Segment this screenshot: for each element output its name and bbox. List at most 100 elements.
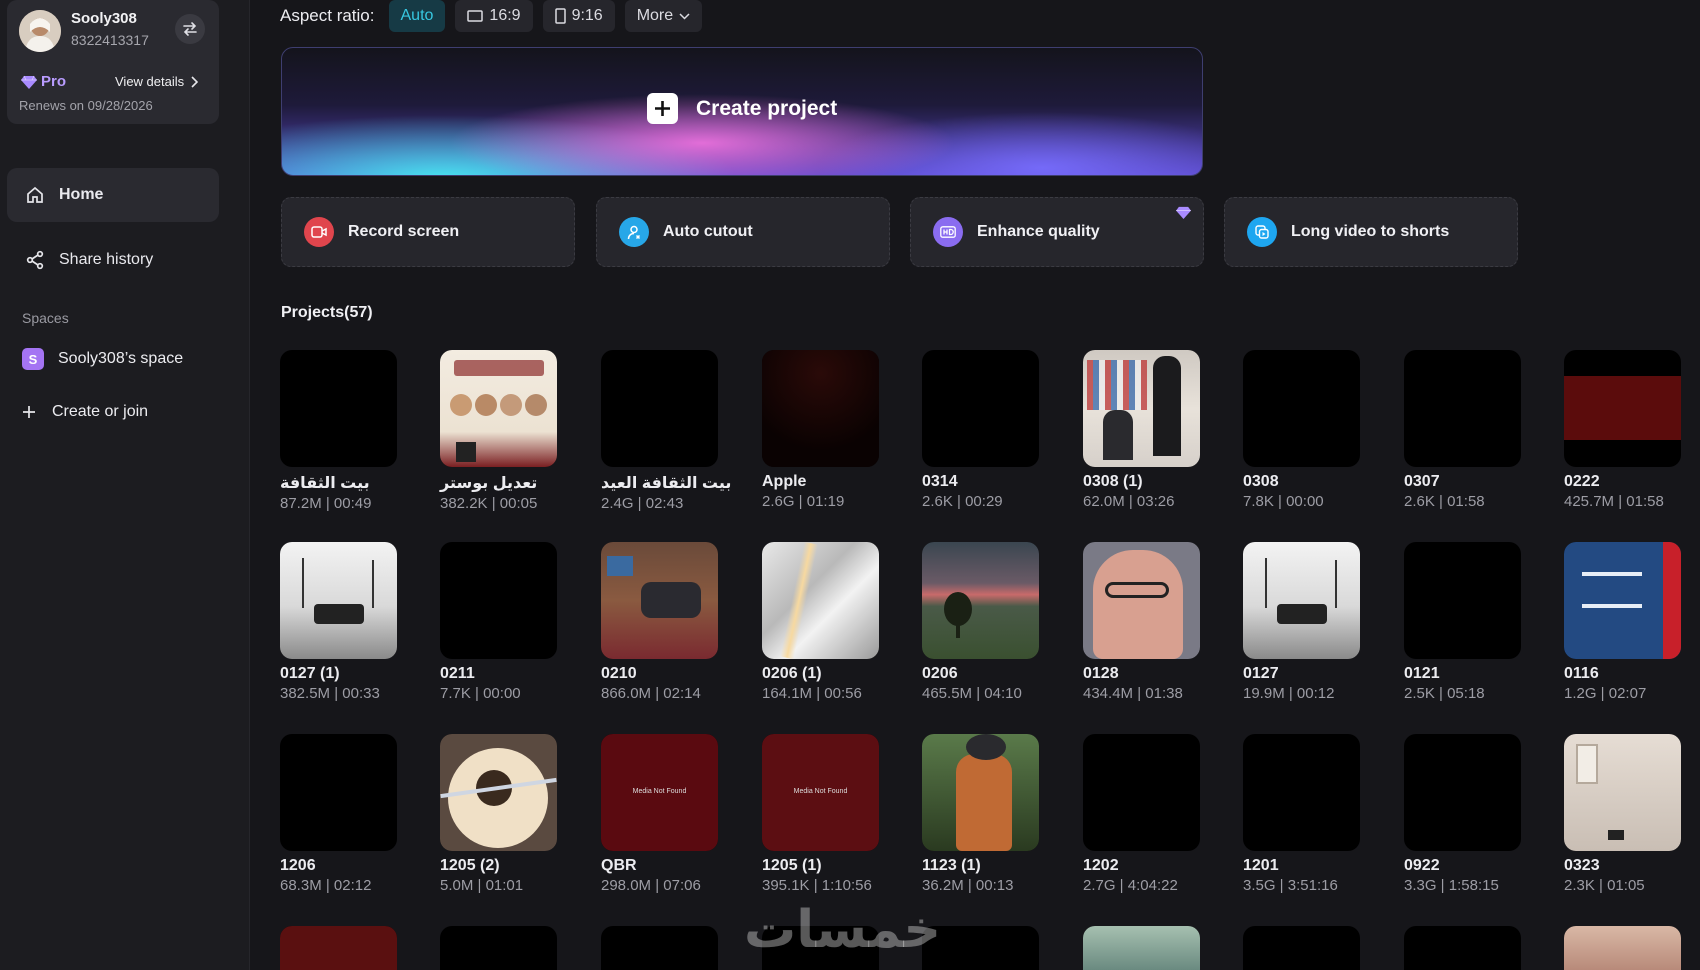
project-name: 0116 [1564, 665, 1599, 682]
auto-cutout-button[interactable]: Auto cutout [596, 197, 890, 267]
project-thumbnail[interactable] [280, 542, 397, 659]
project-thumbnail[interactable] [1404, 542, 1521, 659]
project-thumbnail[interactable] [280, 350, 397, 467]
project-name: 0307 [1404, 473, 1440, 490]
project-card[interactable]: 0127 (1) 382.5M | 00:33 [280, 542, 398, 702]
project-card[interactable]: 0210 866.0M | 02:14 [601, 542, 719, 702]
profile-card[interactable]: Sooly308 8322413317 Pro View details Ren… [7, 0, 219, 124]
project-card[interactable]: 1202 2.7G | 4:04:22 [1083, 734, 1201, 894]
project-card[interactable]: تعديل بوستر 382.2K | 00:05 [440, 350, 558, 512]
aspect-more-button[interactable]: More [624, 0, 703, 32]
project-thumbnail[interactable] [601, 542, 718, 659]
sidebar-item-share-history[interactable]: Share history [7, 233, 219, 287]
project-card[interactable] [1243, 926, 1361, 970]
project-card[interactable]: 1123 (1) 36.2M | 00:13 [922, 734, 1040, 894]
project-card[interactable]: Media Not Found QBR 298.0M | 07:06 [601, 734, 719, 894]
project-name: 0127 (1) [280, 665, 340, 682]
project-meta: 164.1M | 00:56 [762, 685, 862, 702]
project-thumbnail[interactable] [440, 350, 557, 467]
project-card[interactable] [440, 926, 558, 970]
create-project-button[interactable]: Create project [281, 47, 1203, 176]
project-thumbnail[interactable] [1243, 542, 1360, 659]
project-card[interactable]: Media Not Found 1205 (1) 395.1K | 1:10:56 [762, 734, 880, 894]
project-card[interactable]: 0222 425.7M | 01:58 [1564, 350, 1682, 510]
project-thumbnail[interactable] [1083, 926, 1200, 970]
long-video-to-shorts-button[interactable]: Long video to shorts [1224, 197, 1518, 267]
enhance-quality-button[interactable]: Enhance quality [910, 197, 1204, 267]
project-thumbnail[interactable] [1404, 350, 1521, 467]
project-card[interactable]: Apple 2.6G | 01:19 [762, 350, 880, 510]
project-thumbnail[interactable] [440, 926, 557, 970]
project-thumbnail[interactable]: Media Not Found [601, 734, 718, 851]
project-card[interactable]: 0314 2.6K | 00:29 [922, 350, 1040, 510]
project-thumbnail[interactable] [922, 734, 1039, 851]
project-thumbnail[interactable] [280, 734, 397, 851]
project-thumbnail[interactable] [1564, 542, 1681, 659]
project-thumbnail[interactable] [922, 542, 1039, 659]
project-name: 0121 [1404, 665, 1440, 682]
record-icon [304, 217, 334, 247]
project-thumbnail[interactable] [601, 926, 718, 970]
project-card[interactable]: 0308 (1) 62.0M | 03:26 [1083, 350, 1201, 510]
project-thumbnail[interactable] [1564, 926, 1681, 970]
project-card[interactable]: 0308 7.8K | 00:00 [1243, 350, 1361, 510]
project-name: 1201 [1243, 857, 1279, 874]
project-meta: 3.3G | 1:58:15 [1404, 877, 1499, 894]
project-thumbnail[interactable]: Media Not Found [762, 734, 879, 851]
aspect-option-label: Auto [400, 7, 434, 24]
project-thumbnail[interactable] [762, 350, 879, 467]
project-card[interactable]: 1206 68.3M | 02:12 [280, 734, 398, 894]
aspect-16-9-button[interactable]: 16:9 [455, 0, 533, 32]
project-card[interactable]: 0323 2.3K | 01:05 [1564, 734, 1682, 894]
project-thumbnail[interactable] [1083, 350, 1200, 467]
project-card[interactable]: 0128 434.4M | 01:38 [1083, 542, 1201, 702]
project-card[interactable]: 0121 2.5K | 05:18 [1404, 542, 1522, 702]
project-card[interactable]: بيت الثقافة 87.2M | 00:49 [280, 350, 398, 512]
project-thumbnail[interactable] [762, 542, 879, 659]
project-thumbnail[interactable] [922, 350, 1039, 467]
project-thumbnail[interactable] [1404, 734, 1521, 851]
project-thumbnail[interactable] [440, 734, 557, 851]
project-card[interactable]: 0206 (1) 164.1M | 00:56 [762, 542, 880, 702]
view-details-link[interactable]: View details [115, 74, 199, 89]
sidebar-item-space[interactable]: S Sooly308’s space [22, 348, 183, 370]
aspect-9-16-button[interactable]: 9:16 [542, 0, 615, 32]
project-card[interactable]: 1205 (2) 5.0M | 01:01 [440, 734, 558, 894]
project-card[interactable]: 0116 1.2G | 02:07 [1564, 542, 1682, 702]
project-thumbnail[interactable] [1243, 926, 1360, 970]
project-meta: 36.2M | 00:13 [922, 877, 1014, 894]
project-card[interactable] [601, 926, 719, 970]
project-card[interactable] [280, 926, 398, 970]
project-card[interactable] [1083, 926, 1201, 970]
project-card[interactable]: 0307 2.6K | 01:58 [1404, 350, 1522, 510]
project-card[interactable]: 0127 19.9M | 00:12 [1243, 542, 1361, 702]
create-or-join-button[interactable]: Create or join [22, 403, 148, 421]
project-thumbnail[interactable] [1083, 734, 1200, 851]
project-thumbnail[interactable] [280, 926, 397, 970]
project-thumbnail[interactable] [1564, 350, 1681, 467]
project-card[interactable] [1564, 926, 1682, 970]
create-project-label: Create project [696, 96, 838, 120]
person-cutout-icon [619, 217, 649, 247]
project-card[interactable] [1404, 926, 1522, 970]
sidebar-item-home[interactable]: Home [7, 168, 219, 222]
sidebar: Sooly308 8322413317 Pro View details Ren… [0, 0, 250, 970]
project-name: 1202 [1083, 857, 1119, 874]
aspect-auto-button[interactable]: Auto [388, 0, 446, 32]
project-card[interactable]: 0206 465.5M | 04:10 [922, 542, 1040, 702]
record-screen-button[interactable]: Record screen [281, 197, 575, 267]
project-card[interactable]: بيت الثقافة العيد 2.4G | 02:43 [601, 350, 731, 512]
project-card[interactable]: 0211 7.7K | 00:00 [440, 542, 558, 702]
avatar[interactable] [19, 10, 61, 52]
aspect-option-label: More [636, 7, 674, 24]
project-thumbnail[interactable] [1564, 734, 1681, 851]
project-thumbnail[interactable] [1243, 734, 1360, 851]
project-thumbnail[interactable] [1243, 350, 1360, 467]
switch-account-button[interactable] [175, 14, 205, 44]
project-card[interactable]: 0922 3.3G | 1:58:15 [1404, 734, 1522, 894]
project-card[interactable]: 1201 3.5G | 3:51:16 [1243, 734, 1361, 894]
project-thumbnail[interactable] [601, 350, 718, 467]
project-thumbnail[interactable] [440, 542, 557, 659]
project-thumbnail[interactable] [1404, 926, 1521, 970]
project-thumbnail[interactable] [1083, 542, 1200, 659]
